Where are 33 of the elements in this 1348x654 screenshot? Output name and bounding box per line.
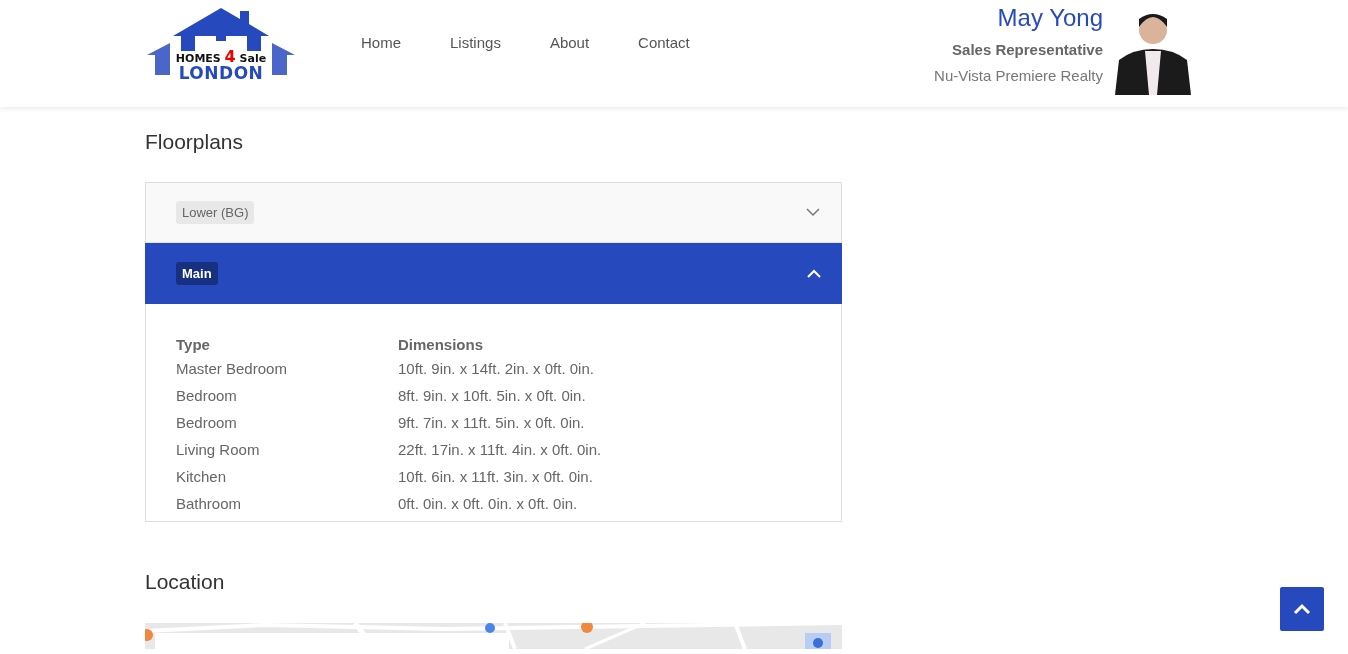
agent-company: Nu-Vista Premiere Realty: [934, 67, 1103, 84]
table-cell: Bedroom: [176, 385, 398, 412]
table-cell-text: 10ft. 6in. x 11ft. 3in. x 0ft. 0in.: [398, 467, 594, 487]
column-header: Dimensions: [398, 336, 485, 355]
table-cell-text: 0ft. 0in. x 0ft. 0in. x 0ft. 0in.: [398, 494, 579, 514]
chevron-down-icon: [806, 208, 820, 217]
nav-link[interactable]: About: [549, 34, 615, 51]
nav-link[interactable]: Contact: [638, 34, 715, 51]
back-to-top-button[interactable]: [1280, 587, 1324, 631]
table-cell-text: Master Bedroom: [176, 359, 288, 379]
floor-label: Main: [176, 262, 218, 285]
table-cell-text: 9ft. 7in. x 11ft. 5in. x 0ft. 0in.: [398, 413, 586, 433]
column-header: Type: [176, 336, 211, 355]
logo-text: HOMES 4 Sale LONDON: [175, 49, 267, 82]
table-cell: Living Room: [176, 439, 398, 466]
table-cell: Bedroom: [176, 412, 398, 439]
nav-link[interactable]: Listings: [450, 34, 526, 51]
table-cell-text: 8ft. 9in. x 10ft. 5in. x 0ft. 0in.: [398, 386, 587, 406]
accordion-header[interactable]: Main: [145, 243, 842, 304]
table-cell-text: 10ft. 9in. x 14ft. 2in. x 0ft. 0in.: [398, 359, 595, 379]
section-heading: Floorplans: [145, 130, 245, 154]
table-cell-text: Kitchen: [176, 467, 228, 487]
table-cell-text: 22ft. 17in. x 11ft. 4in. x 0ft. 0in.: [398, 440, 603, 460]
accordion-header[interactable]: Lower (BG): [146, 183, 841, 243]
table-cell: Bathroom: [176, 493, 398, 520]
agent-title: Sales Representative: [952, 41, 1103, 58]
section-heading: Location: [145, 570, 226, 594]
logo[interactable]: HOMES 4 Sale LONDON: [145, 3, 297, 83]
floor-label: Lower (BG): [176, 201, 255, 224]
chevron-up-icon: [807, 269, 821, 278]
agent-name[interactable]: May Yong: [997, 5, 1103, 31]
chevron-up-icon: [1293, 603, 1311, 615]
nav-link[interactable]: Home: [361, 34, 426, 51]
